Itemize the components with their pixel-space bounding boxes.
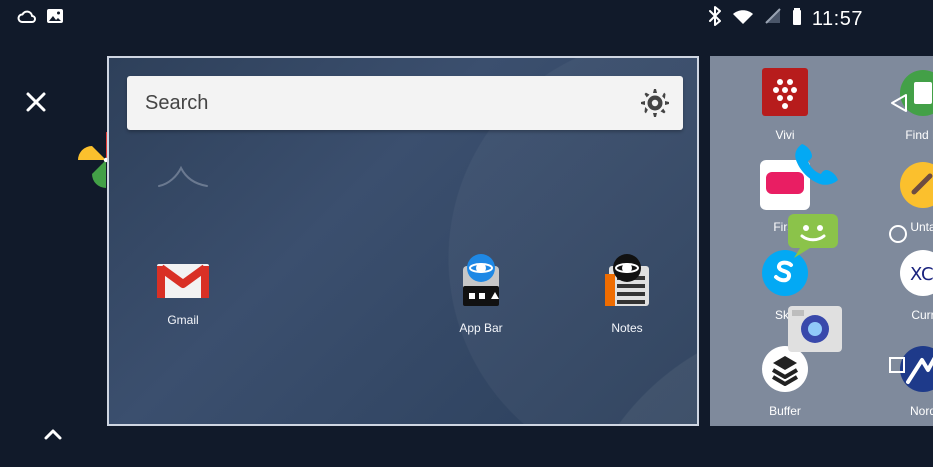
- signal-icon: [764, 7, 782, 31]
- camera-icon: [784, 302, 846, 361]
- skype-icon: [758, 250, 812, 303]
- back-icon: [891, 94, 907, 112]
- app-notes[interactable]: Notes: [587, 250, 667, 335]
- unta-icon: [896, 162, 933, 215]
- android-screen: 11:57 Search Gmail App Bar Notes Vivi Fi…: [0, 0, 933, 467]
- chevron-up-icon: [44, 429, 62, 440]
- app-app-bar[interactable]: App Bar: [441, 250, 521, 335]
- app-curr[interactable]: XC Curr: [886, 246, 933, 322]
- nav-home-button[interactable]: [888, 224, 908, 244]
- app-label: Notes: [611, 321, 643, 335]
- status-bar: 11:57: [0, 0, 933, 38]
- close-button[interactable]: [22, 88, 50, 116]
- app-label: Buffer: [769, 404, 801, 418]
- app-label: Find D: [905, 128, 933, 142]
- status-right: 11:57: [708, 6, 863, 32]
- status-left: [16, 8, 64, 29]
- cloud-icon: [16, 8, 36, 29]
- svg-text:XC: XC: [910, 264, 933, 285]
- search-bar[interactable]: Search: [127, 76, 683, 130]
- vivino-icon: [758, 68, 812, 123]
- messaging-icon: [782, 208, 844, 267]
- recents-icon: [889, 357, 905, 373]
- wallpaper-ghost: [153, 156, 213, 196]
- gmail-icon: [151, 264, 215, 307]
- gear-icon: [641, 89, 669, 117]
- battery-icon: [792, 6, 802, 32]
- home-screen-card: Search Gmail App Bar Notes: [107, 56, 699, 426]
- wifi-icon: [732, 7, 754, 31]
- buffer-icon: [758, 346, 812, 399]
- app-nord[interactable]: Nord: [886, 342, 933, 418]
- home-icon: [889, 225, 907, 243]
- app-label: Curr: [911, 308, 933, 322]
- app-label: App Bar: [459, 321, 503, 335]
- search-placeholder: Search: [145, 92, 209, 114]
- notes-icon: [595, 254, 659, 315]
- up-button[interactable]: [42, 426, 64, 442]
- status-time: 11:57: [811, 7, 863, 30]
- app-label: Nord: [909, 404, 933, 418]
- settings-button[interactable]: [639, 87, 671, 119]
- image-icon: [46, 8, 64, 29]
- currency-icon: XC: [896, 250, 933, 303]
- app-gmail[interactable]: Gmail: [143, 256, 223, 327]
- nav-back-button[interactable]: [888, 92, 910, 114]
- bluetooth-icon: [708, 6, 722, 32]
- close-icon: [26, 92, 46, 112]
- phone-icon: [788, 136, 844, 197]
- app-unta[interactable]: Unta: [886, 158, 933, 234]
- app-bar-icon: [449, 254, 513, 315]
- app-vivino[interactable]: Vivi: [748, 66, 822, 142]
- nord-icon: [896, 346, 933, 399]
- app-label: Gmail: [167, 313, 199, 327]
- nav-recents-button[interactable]: [888, 356, 906, 374]
